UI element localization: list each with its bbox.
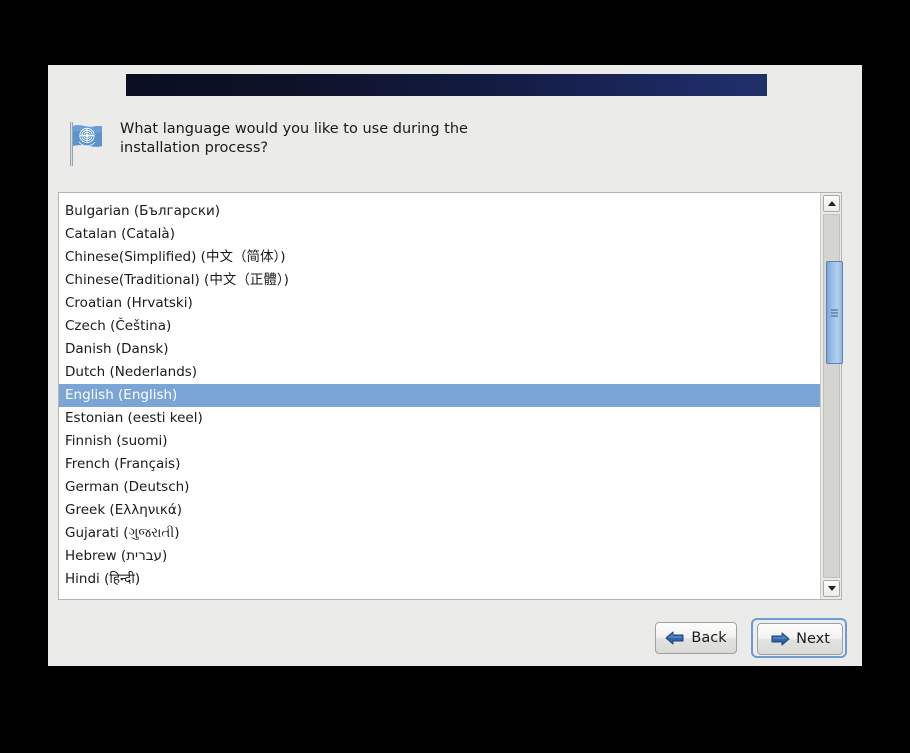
next-button-label: Next [796, 631, 830, 647]
language-list-items[interactable]: Bulgarian (Български) Catalan (Català) C… [59, 193, 820, 599]
list-item[interactable]: Greek (Ελληνικά) [59, 499, 820, 522]
scroll-down-button[interactable] [823, 580, 840, 597]
list-item[interactable]: Finnish (suomi) [59, 430, 820, 453]
question-label: What language would you like to use duri… [120, 121, 468, 156]
list-item-selected[interactable]: English (English) [59, 384, 820, 407]
list-item[interactable]: Dutch (Nederlands) [59, 361, 820, 384]
list-item[interactable]: Chinese(Traditional) (中文（正體）) [59, 269, 820, 292]
list-item[interactable]: Hindi (हिन्दी) [59, 568, 820, 591]
arrow-left-icon [665, 630, 685, 646]
list-item[interactable]: German (Deutsch) [59, 476, 820, 499]
scroll-up-button[interactable] [823, 195, 840, 212]
list-item[interactable]: Chinese(Simplified) (中文（简体）) [59, 246, 820, 269]
back-button-label: Back [691, 630, 727, 646]
scrollbar-grip-icon [831, 307, 838, 318]
installer-window: What language would you like to use duri… [48, 65, 862, 666]
list-item[interactable]: Croatian (Hrvatski) [59, 292, 820, 315]
un-flag-icon [62, 120, 106, 168]
button-bar: Back Next [48, 617, 862, 665]
list-item[interactable]: Hebrew (עברית) [59, 545, 820, 568]
list-item[interactable]: Czech (Čeština) [59, 315, 820, 338]
list-item[interactable]: Gujarati (ગુજરાતી) [59, 522, 820, 545]
back-button[interactable]: Back [655, 622, 737, 654]
next-button[interactable]: Next [757, 623, 843, 655]
header: What language would you like to use duri… [62, 120, 622, 176]
vertical-scrollbar[interactable] [820, 193, 843, 599]
arrow-right-icon [770, 631, 790, 647]
list-item[interactable]: Catalan (Català) [59, 223, 820, 246]
title-banner [126, 74, 767, 96]
list-item[interactable]: Danish (Dansk) [59, 338, 820, 361]
scrollbar-track[interactable] [823, 214, 843, 578]
next-button-focus-ring: Next [751, 618, 847, 658]
language-listbox[interactable]: Bulgarian (Български) Catalan (Català) C… [58, 192, 843, 600]
list-item[interactable]: Bulgarian (Български) [59, 200, 820, 223]
list-item[interactable]: Estonian (eesti keel) [59, 407, 820, 430]
scrollbar-thumb[interactable] [826, 261, 843, 364]
chevron-up-icon [827, 201, 836, 206]
chevron-down-icon [827, 586, 836, 591]
list-item[interactable]: French (Français) [59, 453, 820, 476]
screen: What language would you like to use duri… [0, 0, 910, 753]
